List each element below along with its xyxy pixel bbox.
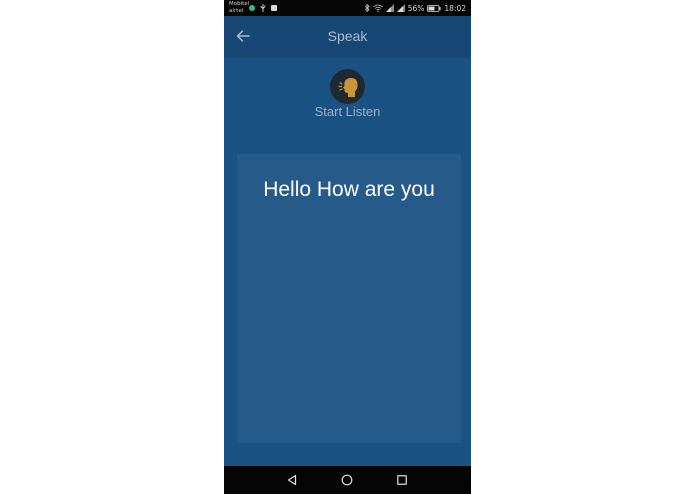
transcript-text: Hello How are you: [263, 178, 435, 201]
square-recents-icon: [397, 475, 407, 485]
start-listen-label[interactable]: Start Listen: [224, 104, 471, 119]
carrier-line-2: airtel: [229, 7, 244, 14]
status-bar: Mobitel airtel 56% 18:02: [224, 0, 471, 16]
carrier-names: Mobitel airtel: [229, 1, 249, 14]
speaking-head-icon: [337, 77, 358, 97]
navigation-bar: [224, 466, 471, 494]
nav-recents-button[interactable]: [395, 473, 409, 487]
transcript-card: Hello How are you: [237, 154, 461, 443]
wifi-icon: [372, 4, 383, 12]
circle-home-icon: [341, 474, 353, 486]
battery-percent: 56%: [407, 3, 425, 13]
start-listen-button[interactable]: [330, 69, 365, 104]
usb-icon: [260, 4, 266, 12]
battery-icon: [427, 4, 441, 12]
status-indicators: 56% 18:02: [364, 3, 466, 13]
speak-section: Start Listen: [224, 56, 471, 136]
signal-icon-1: [385, 4, 394, 12]
carrier-line-1: Mobitel: [229, 1, 250, 7]
app-notification-icon: [249, 4, 255, 11]
clock: 18:02: [444, 3, 466, 13]
page-title: Speak: [327, 28, 368, 44]
app-bar: Speak: [224, 16, 471, 56]
phone-screen: Mobitel airtel 56% 18:02 Speak Start Lis…: [224, 0, 471, 494]
nav-back-button[interactable]: [285, 473, 299, 487]
nav-home-button[interactable]: [340, 473, 354, 487]
triangle-back-icon: [287, 474, 297, 486]
bluetooth-icon: [364, 4, 370, 12]
facebook-icon: [271, 4, 277, 11]
signal-icon-2: [396, 4, 405, 12]
